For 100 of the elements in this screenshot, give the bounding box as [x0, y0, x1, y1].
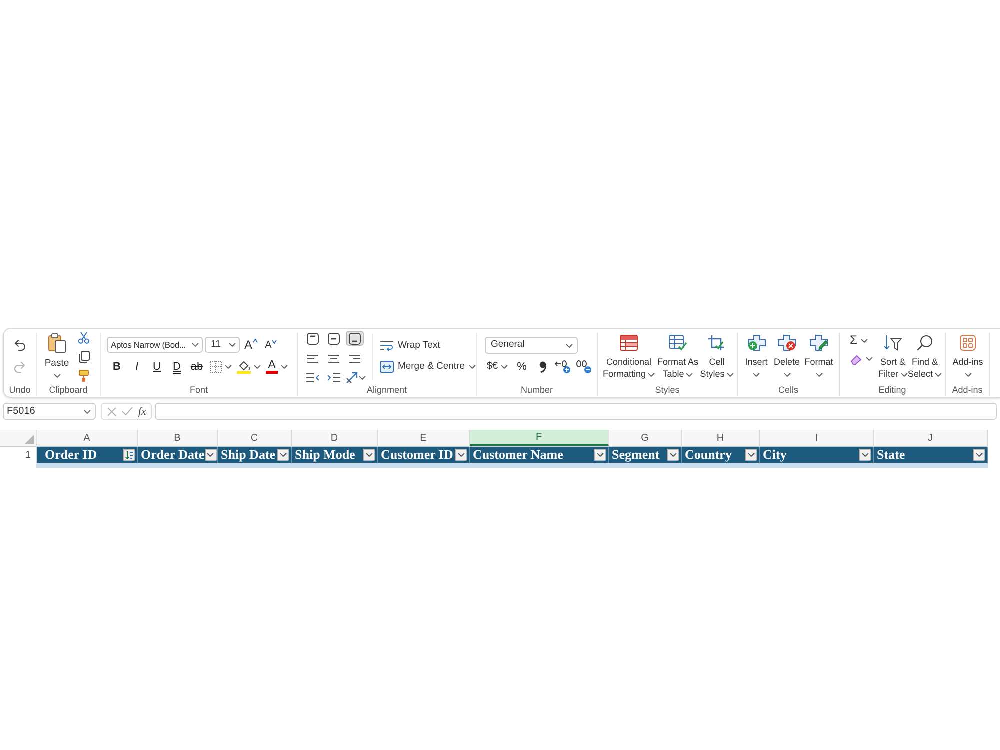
font-color-button[interactable]: A: [266, 360, 288, 374]
filter-button[interactable]: [123, 449, 135, 461]
chevron-down-icon: [726, 372, 734, 377]
filter-button[interactable]: [859, 449, 871, 461]
diagonal-arrow-icon: [346, 372, 358, 384]
chevron-down-icon: [281, 365, 288, 369]
wrap-text-button[interactable]: Wrap Text: [380, 338, 476, 354]
decrease-font-size-button[interactable]: A: [264, 337, 278, 353]
group-label: Clipboard: [49, 384, 88, 396]
group-label: Font: [190, 384, 208, 396]
find-and-select-button[interactable]: Find & Select: [908, 333, 942, 380]
scissors-icon[interactable]: [78, 332, 90, 344]
chevron-down-icon: [816, 373, 822, 377]
column-header[interactable]: A: [37, 430, 138, 446]
bottom-align-icon: [349, 332, 361, 344]
font-size-field[interactable]: 11: [205, 337, 240, 353]
column-title: Ship Mode: [295, 447, 356, 463]
double-underline-button[interactable]: D: [167, 360, 187, 374]
underline-button[interactable]: U: [147, 360, 167, 374]
caret-down-icon: [272, 340, 277, 344]
filter-button[interactable]: [363, 449, 375, 461]
align-left-icon: [307, 354, 319, 364]
font-name-field[interactable]: Aptos Narrow (Bod...: [107, 337, 203, 353]
cell-styles-button[interactable]: Cell Styles: [700, 333, 734, 380]
column-header[interactable]: I: [760, 430, 874, 446]
conditional-formatting-button[interactable]: Conditional Formatting: [602, 333, 656, 380]
column-header[interactable]: B: [138, 430, 218, 446]
percent-button[interactable]: %: [517, 360, 527, 374]
sort-and-filter-button[interactable]: Sort & Filter: [878, 333, 908, 380]
chevron-down-icon: [862, 453, 868, 457]
increase-decimal-icon[interactable]: [554, 360, 571, 374]
top-align-button[interactable]: [304, 331, 322, 346]
cells-pencil-icon: [810, 335, 828, 351]
comma-style-icon[interactable]: [538, 361, 547, 373]
currency-button[interactable]: $€: [487, 360, 508, 374]
chevron-down-icon: [976, 453, 982, 457]
bold-button[interactable]: B: [107, 360, 127, 374]
column-header[interactable]: G: [609, 430, 682, 446]
strikethrough-button[interactable]: ab: [187, 360, 207, 374]
chevron-down-icon: [748, 453, 754, 457]
paintbrush-icon[interactable]: [78, 370, 90, 382]
number-format-dropdown[interactable]: General: [485, 337, 578, 354]
column-title: Order Date: [141, 447, 205, 463]
decrease-indent-icon[interactable]: [306, 372, 320, 382]
chevron-down-icon: [861, 338, 868, 342]
column-header[interactable]: D: [292, 430, 378, 446]
orientation-button[interactable]: [346, 371, 368, 384]
table-check-icon: [669, 335, 687, 351]
column-header[interactable]: F: [470, 430, 609, 446]
column-header[interactable]: H: [682, 430, 760, 446]
merge-cells-icon: [380, 361, 394, 373]
column-header[interactable]: C: [218, 430, 292, 446]
group-label: Editing: [878, 384, 906, 396]
chevron-down-icon: [192, 343, 199, 347]
chevron-down-icon: [458, 453, 464, 457]
formula-input[interactable]: [155, 403, 997, 420]
bottom-align-button[interactable]: [346, 331, 364, 346]
format-as-table-button[interactable]: Format As Table: [656, 333, 700, 380]
cells-plus-icon: [748, 335, 766, 351]
insert-button[interactable]: Insert: [742, 333, 771, 377]
filter-button[interactable]: [594, 449, 606, 461]
column-title: City: [763, 447, 787, 463]
filter-button[interactable]: [455, 449, 467, 461]
increase-font-size-button[interactable]: A: [244, 337, 258, 353]
column-title: Ship Date: [221, 447, 276, 463]
copy-icon[interactable]: [78, 351, 90, 363]
format-button[interactable]: Format: [803, 333, 835, 377]
crop-check-icon: [708, 335, 726, 351]
add-ins-button[interactable]: Add-ins: [950, 333, 986, 377]
delete-button[interactable]: Delete: [772, 333, 802, 377]
chevron-down-icon: [648, 372, 655, 377]
chevron-down-icon: [964, 373, 972, 377]
column-title: State: [877, 447, 906, 463]
filter-button[interactable]: [973, 449, 985, 461]
filter-button[interactable]: [745, 449, 757, 461]
insert-function-button[interactable]: fx: [138, 404, 146, 418]
italic-button[interactable]: I: [127, 360, 147, 374]
filter-button[interactable]: [277, 449, 289, 461]
merge-and-centre-button[interactable]: Merge & Centre: [380, 359, 476, 375]
middle-align-button[interactable]: [325, 331, 343, 346]
name-box[interactable]: F5016: [3, 403, 96, 420]
filter-button[interactable]: [204, 449, 217, 461]
chevron-down-icon: [359, 376, 366, 380]
caret-up-icon: [252, 339, 258, 343]
borders-button[interactable]: [210, 361, 232, 373]
color-bar-icon: [266, 371, 278, 374]
decrease-decimal-icon[interactable]: [576, 360, 592, 374]
paste-button[interactable]: Paste: [43, 333, 71, 382]
autosum-button[interactable]: Σ: [850, 334, 873, 347]
increase-indent-icon[interactable]: [327, 372, 341, 382]
column-title: Country: [685, 447, 732, 463]
filter-button[interactable]: [667, 449, 679, 461]
chevron-down-icon: [207, 453, 214, 457]
chevron-down-icon: [54, 374, 60, 378]
column-title: Customer ID: [381, 447, 454, 463]
undo-icon[interactable]: [14, 339, 26, 351]
align-right-icon: [349, 354, 361, 364]
column-header[interactable]: J: [874, 430, 988, 446]
fill-color-button[interactable]: [237, 360, 261, 374]
group-label: Undo: [9, 384, 31, 396]
